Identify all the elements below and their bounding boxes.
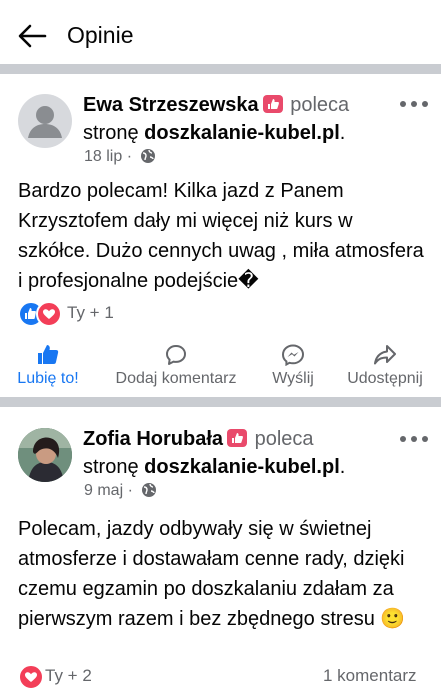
post-date[interactable]: 18 lip: [84, 148, 122, 165]
like-button[interactable]: Lubię to!: [8, 344, 88, 404]
recommends-label: poleca: [254, 428, 314, 450]
love-icon: [36, 301, 62, 327]
share-icon: [374, 345, 396, 365]
post-meta: 9 maj ·: [84, 482, 157, 500]
top-bar: Opinie: [0, 0, 441, 64]
default-avatar-icon: [28, 106, 62, 138]
profile-photo: [18, 428, 72, 482]
meta-separator: ·: [126, 148, 133, 165]
post-body: Bardzo polecam! Kilka jazd z Panem Krzys…: [18, 180, 424, 292]
comment-icon: [166, 345, 186, 365]
reactions-count: Ty + 1: [67, 303, 114, 322]
avatar[interactable]: [18, 94, 72, 148]
page-suffix: .: [339, 456, 346, 478]
send-label: Wyślij: [272, 370, 314, 387]
meta-separator: ·: [127, 482, 133, 499]
recommends-label: poleca: [290, 94, 350, 116]
reactions-count: Ty + 2: [45, 666, 92, 685]
more-options-button[interactable]: [398, 98, 430, 110]
page-prefix: stronę: [83, 456, 139, 478]
thumbs-up-icon: [38, 345, 59, 364]
send-button[interactable]: Wyślij: [264, 344, 322, 404]
globe-icon: [142, 483, 157, 497]
more-options-button[interactable]: [398, 433, 430, 445]
page-prefix: stronę: [83, 122, 139, 144]
comments-count[interactable]: 1 komentarz: [323, 666, 417, 686]
post-meta: 18 lip ·: [84, 148, 156, 166]
review-post: Ewa Strzeszewska poleca stronę doszkalan…: [0, 74, 441, 397]
share-button[interactable]: Udostępnij: [337, 344, 433, 404]
back-arrow-icon[interactable]: [16, 20, 48, 52]
share-label: Udostępnij: [347, 370, 423, 387]
page-title: Opinie: [67, 22, 134, 48]
divider: [0, 397, 441, 407]
divider: [0, 64, 441, 74]
globe-icon: [141, 149, 156, 163]
page-link[interactable]: doszkalanie-kubel.pl: [144, 456, 340, 478]
author-name[interactable]: Ewa Strzeszewska: [83, 94, 259, 116]
page-link[interactable]: doszkalanie-kubel.pl: [144, 122, 340, 144]
avatar[interactable]: [18, 428, 72, 482]
like-label: Lubię to!: [17, 370, 79, 387]
comment-button[interactable]: Dodaj komentarz: [103, 344, 249, 404]
action-bar: Lubię to! Dodaj komentarz Wyślij Udostęp…: [0, 344, 441, 404]
messenger-icon: [281, 344, 305, 366]
page-suffix: .: [339, 122, 346, 144]
love-icon: [18, 664, 44, 690]
author-name[interactable]: Zofia Horubała: [83, 428, 223, 450]
comment-label: Dodaj komentarz: [115, 370, 237, 387]
post-body: Polecam, jazdy odbywały się w świetnej a…: [18, 518, 406, 630]
recommend-icon: [262, 95, 283, 113]
review-post: Zofia Horubała poleca stronę doszkalanie…: [0, 407, 441, 699]
post-header-text: Ewa Strzeszewska poleca stronę doszkalan…: [83, 91, 383, 147]
post-date[interactable]: 9 maj: [84, 482, 123, 499]
recommend-icon: [227, 429, 248, 447]
post-header-text: Zofia Horubała poleca stronę doszkalanie…: [83, 425, 383, 481]
